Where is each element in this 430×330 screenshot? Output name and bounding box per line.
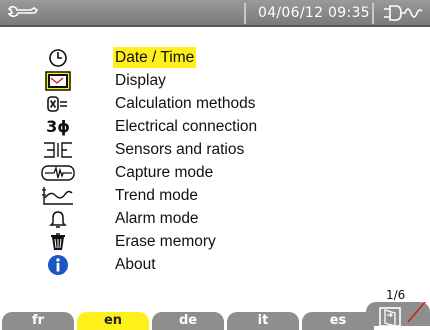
trash-icon	[38, 230, 78, 253]
menu-item-about[interactable]: About	[0, 253, 430, 276]
menu-item-label: About	[115, 256, 156, 273]
bell-icon	[38, 207, 78, 230]
menu-item-trend-mode[interactable]: Trend mode	[0, 184, 430, 207]
trend-icon	[38, 184, 78, 207]
wrench-icon	[7, 5, 39, 18]
menu-item-erase-memory[interactable]: Erase memory	[0, 230, 430, 253]
menu-item-label: Alarm mode	[115, 210, 199, 227]
menu-item-sensors-ratios[interactable]: Sensors and ratios	[0, 138, 430, 161]
tab-fr[interactable]: fr	[2, 312, 74, 330]
menu-item-label: Trend mode	[115, 187, 198, 204]
three-phase-icon: 3ϕ	[46, 117, 70, 136]
clock-icon	[38, 46, 78, 69]
divider	[372, 3, 374, 24]
menu-item-date-time[interactable]: Date / Time	[0, 46, 430, 69]
power-plug-wave-icon	[384, 5, 423, 21]
menu-item-label: Capture mode	[115, 164, 214, 181]
page-indicator: 1/6	[386, 288, 406, 302]
info-icon	[38, 253, 78, 276]
menu-item-label: Electrical connection	[115, 118, 258, 135]
display-icon	[38, 69, 78, 92]
capture-icon	[38, 161, 78, 184]
tab-it[interactable]: it	[227, 312, 299, 330]
menu-item-label: Date / Time	[113, 47, 197, 68]
menu-item-display[interactable]: Display	[0, 69, 430, 92]
status-bar: 04/06/12 09:35	[0, 0, 430, 27]
tab-de[interactable]: de	[152, 312, 224, 330]
menu-item-alarm-mode[interactable]: Alarm mode	[0, 207, 430, 230]
menu-item-label: Display	[115, 72, 166, 89]
menu-item-label: Calculation methods	[115, 95, 256, 112]
menu-item-capture-mode[interactable]: Capture mode	[0, 161, 430, 184]
calculation-icon	[38, 92, 78, 115]
menu-item-calculation-methods[interactable]: Calculation methods	[0, 92, 430, 115]
divider	[244, 3, 246, 24]
exit-button[interactable]	[366, 302, 430, 326]
menu-item-label: Sensors and ratios	[115, 141, 245, 158]
menu-item-label: Erase memory	[115, 233, 216, 250]
tab-es[interactable]: es	[302, 312, 374, 330]
date-time-display: 04/06/12 09:35	[258, 5, 370, 21]
menu-item-electrical-connection[interactable]: 3ϕ Electrical connection	[0, 115, 430, 138]
red-cursor-line	[407, 302, 426, 323]
sensors-icon	[38, 138, 78, 161]
tab-en[interactable]: en	[77, 312, 149, 330]
